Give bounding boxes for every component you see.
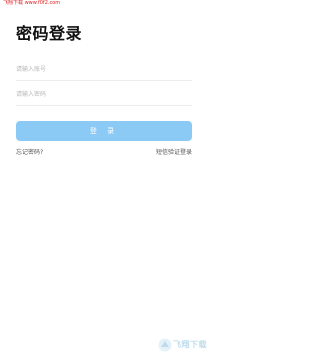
login-button[interactable]: 登 录 — [16, 121, 192, 141]
password-input[interactable] — [16, 87, 192, 101]
sms-login-link[interactable]: 短信验证登录 — [156, 149, 192, 157]
watermark-logo-text: 飞翔下载 — [173, 340, 207, 349]
watermark-top-text: 飞翔下载 www.f0f2.com — [3, 0, 61, 6]
watermark-logo-icon — [158, 338, 172, 352]
password-field — [16, 83, 192, 106]
forgot-password-link[interactable]: 忘记密码? — [16, 149, 43, 157]
account-input[interactable] — [16, 62, 192, 76]
watermark-logo: 飞翔下载 — [158, 336, 207, 356]
page-title: 密码登录 — [16, 24, 83, 43]
account-field — [16, 58, 192, 81]
